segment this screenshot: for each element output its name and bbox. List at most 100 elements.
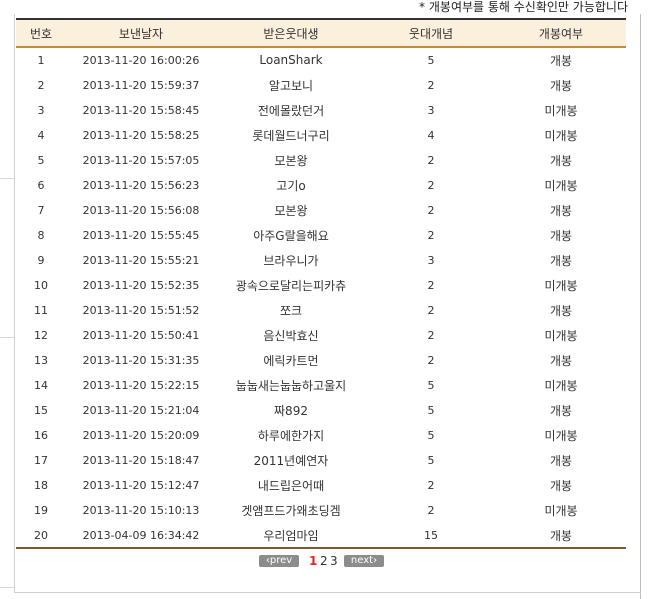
prev-page-button[interactable]: ‹prev [259,555,299,567]
table-row: 17 2013-11-20 15:18:47 2011년예연자 5 개봉 [16,447,626,473]
row-number: 14 [16,372,66,398]
open-status: 미개봉 [496,172,626,198]
recipient-name: 모본왕 [216,147,366,173]
next-page-button[interactable]: next› [344,555,384,567]
count-value: 2 [366,322,496,348]
table-row: 18 2013-11-20 15:12:47 내드립은어때 2 개봉 [16,472,626,498]
page-3-link[interactable]: 3 [330,554,338,568]
count-value: 2 [366,172,496,198]
column-header-count: 웃대개념 [366,18,496,48]
sent-date: 2013-11-20 15:22:15 [66,372,216,398]
open-status: 미개봉 [496,272,626,298]
table-row: 15 2013-11-20 15:21:04 짜892 5 개봉 [16,397,626,423]
count-value: 5 [366,47,496,73]
column-header-sent-date: 보낸날자 [66,18,216,48]
row-number: 15 [16,397,66,423]
panel-border-left [14,14,15,593]
open-status: 개봉 [496,297,626,323]
table-row: 14 2013-11-20 15:22:15 눕눕새는눕눕하고울지 5 미개봉 [16,372,626,398]
row-number: 17 [16,447,66,473]
row-number: 9 [16,247,66,273]
open-status: 미개봉 [496,422,626,448]
row-number: 8 [16,222,66,248]
recipient-name: LoanShark [216,47,366,73]
sent-date: 2013-11-20 16:00:26 [66,47,216,73]
table-footer-rule [16,547,626,550]
column-header-number: 번호 [16,18,66,48]
table-row: 7 2013-11-20 15:56:08 모본왕 2 개봉 [16,197,626,223]
recipient-name: 모본왕 [216,197,366,223]
sent-date: 2013-11-20 15:55:45 [66,222,216,248]
count-value: 2 [366,72,496,98]
column-header-recipient: 받은웃대생 [216,18,366,48]
open-status: 개봉 [496,147,626,173]
table-row: 11 2013-11-20 15:51:52 쪼크 2 개봉 [16,297,626,323]
recipient-name: 쪼크 [216,297,366,323]
table-row: 8 2013-11-20 15:55:45 아주G랄을해요 2 개봉 [16,222,626,248]
recipient-name: 롯데월드너구리 [216,122,366,148]
open-status: 개봉 [496,522,626,549]
row-number: 1 [16,47,66,73]
table-row: 19 2013-11-20 15:10:13 겟앰프드가왜초딩겜 2 미개봉 [16,497,626,523]
open-status: 미개봉 [496,372,626,398]
open-status: 미개봉 [496,122,626,148]
row-number: 18 [16,472,66,498]
column-header-open-status: 개봉여부 [496,18,626,48]
count-value: 2 [366,272,496,298]
recipient-name: 고기o [216,172,366,198]
count-value: 5 [366,372,496,398]
sent-date: 2013-11-20 15:58:45 [66,97,216,123]
divider [0,337,14,338]
count-value: 2 [366,472,496,498]
recipient-name: 하루에한가지 [216,422,366,448]
row-number: 6 [16,172,66,198]
divider [0,178,14,179]
open-status: 개봉 [496,72,626,98]
count-value: 3 [366,247,496,273]
sent-date: 2013-11-20 15:59:37 [66,72,216,98]
count-value: 2 [366,497,496,523]
open-status: 미개봉 [496,97,626,123]
recipient-name: 아주G랄을해요 [216,222,366,248]
open-status: 미개봉 [496,497,626,523]
recipient-name: 눕눕새는눕눕하고울지 [216,372,366,398]
page-2-link[interactable]: 2 [320,554,328,568]
row-number: 2 [16,72,66,98]
count-value: 2 [366,222,496,248]
row-number: 19 [16,497,66,523]
table-row: 20 2013-04-09 16:34:42 우리엄마임 15 개봉 [16,522,626,549]
table-row: 4 2013-11-20 15:58:25 롯데월드너구리 4 미개봉 [16,122,626,148]
sent-date: 2013-11-20 15:55:21 [66,247,216,273]
recipient-name: 알고보니 [216,72,366,98]
row-number: 12 [16,322,66,348]
table-row: 12 2013-11-20 15:50:41 음신박효신 2 미개봉 [16,322,626,348]
table-row: 2 2013-11-20 15:59:37 알고보니 2 개봉 [16,72,626,98]
row-number: 4 [16,122,66,148]
sent-date: 2013-11-20 15:56:08 [66,197,216,223]
row-number: 13 [16,347,66,373]
pagination: ‹prev 1 2 3 next› [0,554,653,571]
panel-border-bottom [14,592,641,593]
open-status: 개봉 [496,247,626,273]
sent-date: 2013-11-20 15:56:23 [66,172,216,198]
count-value: 2 [366,197,496,223]
table-row: 1 2013-11-20 16:00:26 LoanShark 5 개봉 [16,47,626,73]
open-status: 개봉 [496,47,626,73]
open-status: 개봉 [496,222,626,248]
table-row: 6 2013-11-20 15:56:23 고기o 2 미개봉 [16,172,626,198]
table-row: 10 2013-11-20 15:52:35 광속으로달리는피카츄 2 미개봉 [16,272,626,298]
open-status: 개봉 [496,397,626,423]
count-value: 15 [366,522,496,549]
recipient-name: 음신박효신 [216,322,366,348]
table-row: 9 2013-11-20 15:55:21 브라우니가 3 개봉 [16,247,626,273]
row-number: 10 [16,272,66,298]
table-header-row: 번호 보낸날자 받은웃대생 웃대개념 개봉여부 [16,18,626,48]
recipient-name: 우리엄마임 [216,522,366,549]
recipient-name: 내드립은어때 [216,472,366,498]
page-1-link[interactable]: 1 [309,554,317,568]
open-status: 개봉 [496,472,626,498]
sent-date: 2013-04-09 16:34:42 [66,522,216,549]
sent-date: 2013-11-20 15:50:41 [66,322,216,348]
panel-border-right [640,14,641,599]
sent-date: 2013-11-20 15:58:25 [66,122,216,148]
